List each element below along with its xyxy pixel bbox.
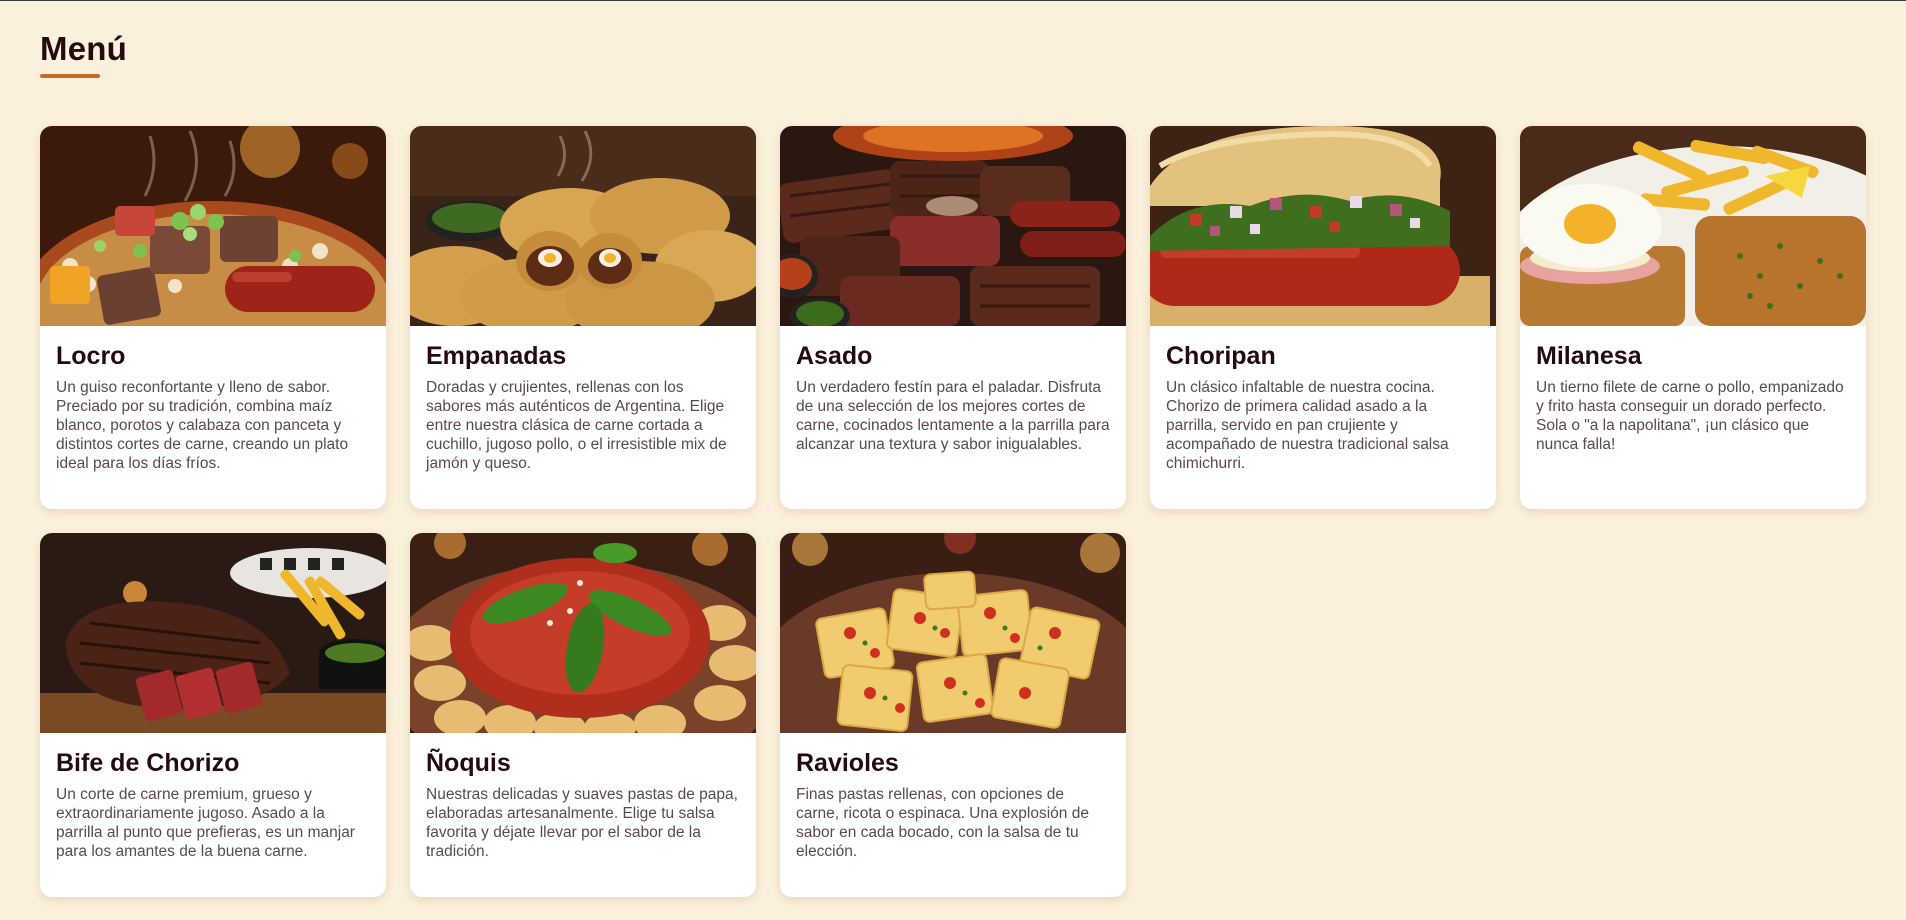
milanesa-photo (1520, 126, 1866, 326)
menu-card-ravioles[interactable]: Ravioles Finas pastas rellenas, con opci… (780, 533, 1126, 897)
menu-card-noquis[interactable]: Ñoquis Nuestras delicadas y suaves pasta… (410, 533, 756, 897)
menu-card-empanadas[interactable]: Empanadas Doradas y crujientes, rellenas… (410, 126, 756, 509)
card-description: Un corte de carne premium, grueso y extr… (56, 785, 355, 860)
noquis-photo (410, 533, 756, 733)
asado-photo (780, 126, 1126, 326)
card-title: Choripan (1166, 342, 1276, 370)
card-title: Bife de Chorizo (56, 749, 240, 777)
card-description: Un clásico infaltable de nuestra cocina.… (1166, 378, 1449, 472)
menu-card-locro[interactable]: Locro Un guiso reconfortante y lleno de … (40, 126, 386, 509)
ravioles-photo (780, 533, 1126, 733)
menu-card-choripan[interactable]: Choripan Un clásico infaltable de nuestr… (1150, 126, 1496, 509)
page-title: Menú (40, 30, 127, 67)
menu-grid: Locro Un guiso reconfortante y lleno de … (40, 126, 1866, 897)
card-title: Milanesa (1536, 342, 1642, 370)
card-description: Un verdadero festín para el paladar. Dis… (796, 378, 1110, 453)
bife-de-chorizo-photo (40, 533, 386, 733)
title-underline (40, 74, 100, 78)
card-title: Empanadas (426, 342, 567, 370)
card-title: Asado (796, 342, 873, 370)
card-title: Ravioles (796, 749, 899, 777)
locro-photo (40, 126, 386, 326)
menu-card-bife-de-chorizo[interactable]: Bife de Chorizo Un corte de carne premiu… (40, 533, 386, 897)
choripan-photo (1150, 126, 1496, 326)
menu-card-asado[interactable]: Asado Un verdadero festín para el palada… (780, 126, 1126, 509)
card-description: Doradas y crujientes, rellenas con los s… (426, 378, 727, 472)
card-title: Ñoquis (426, 749, 511, 777)
empanadas-photo (410, 126, 756, 326)
window-top-border (0, 0, 1906, 1)
card-description: Un tierno filete de carne o pollo, empan… (1536, 378, 1844, 453)
card-description: Un guiso reconfortante y lleno de sabor.… (56, 378, 349, 472)
card-title: Locro (56, 342, 126, 370)
card-description: Finas pastas rellenas, con opciones de c… (796, 785, 1089, 860)
card-description: Nuestras delicadas y suaves pastas de pa… (426, 785, 738, 860)
menu-card-milanesa[interactable]: Milanesa Un tierno filete de carne o pol… (1520, 126, 1866, 509)
